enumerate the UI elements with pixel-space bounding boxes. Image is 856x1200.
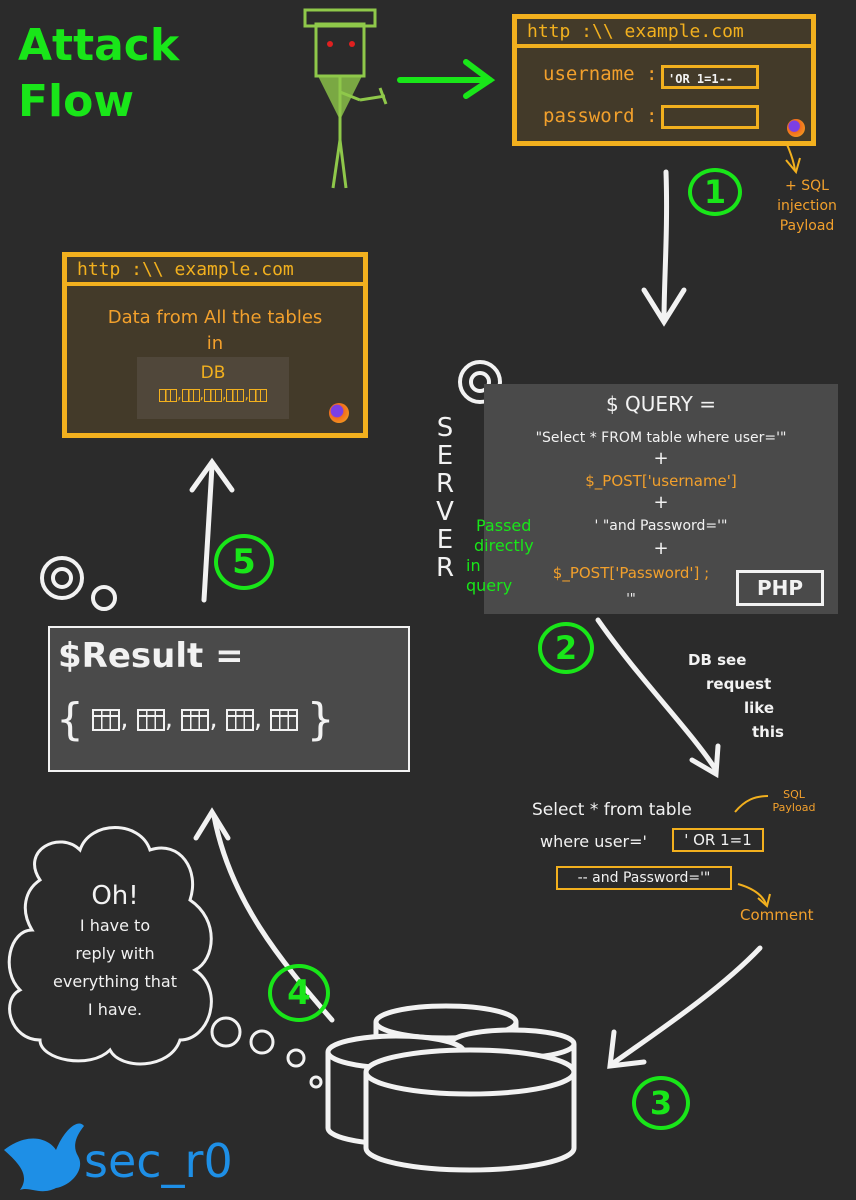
note-line: this	[752, 723, 784, 741]
db-label: DB	[200, 363, 226, 383]
sql-payload-pointer	[734, 795, 769, 813]
note-line: query	[466, 576, 513, 595]
table-icon	[159, 388, 178, 402]
note-line: DB see	[688, 651, 747, 669]
query-line-3: ' "and Password='"	[594, 518, 728, 534]
table-icon	[92, 708, 121, 731]
step-5-badge: 5	[214, 534, 274, 590]
password-label: password :	[543, 105, 658, 127]
step-2-badge: 2	[538, 622, 594, 674]
db-tables: ,,,,	[137, 387, 289, 403]
result-box: $Result = { , , , , }	[48, 626, 410, 772]
thought-line: Oh!	[91, 881, 139, 911]
result-browser-window: http :\\ example.com Data from All the t…	[62, 252, 368, 438]
query-line-2: $_POST['username']	[585, 472, 737, 490]
db-query-line-2: where user='	[540, 832, 647, 851]
passed-directly-note: Passed directly in query	[466, 516, 534, 596]
table-icon	[226, 388, 245, 402]
server-letter: S	[436, 413, 454, 443]
arrow-step-1	[641, 169, 687, 327]
query-plus: +	[653, 448, 669, 469]
php-badge: PHP	[736, 570, 824, 606]
table-icon	[204, 388, 222, 402]
step-4-badge: 4	[268, 964, 330, 1022]
note-line: Passed	[476, 516, 532, 535]
db-see-note: DB see request like this	[688, 648, 784, 744]
password-field[interactable]	[661, 105, 759, 129]
thought-line: I have to	[79, 916, 151, 935]
database-icon	[325, 1003, 577, 1173]
arrow-step-3	[607, 945, 763, 1069]
comment-pointer	[737, 883, 771, 908]
table-icon	[270, 708, 299, 731]
query-title: $ QUERY =	[605, 392, 717, 416]
thought-line: I have.	[87, 1000, 143, 1019]
firefox-icon	[787, 119, 805, 137]
note-line: like	[744, 699, 775, 717]
query-line-1: "Select * FROM table where user='"	[535, 430, 787, 446]
step-1-badge: 1	[688, 168, 742, 216]
table-icon	[181, 708, 210, 731]
table-icon	[181, 388, 200, 402]
server-letter: R	[435, 469, 455, 499]
close-brace: }	[306, 694, 335, 745]
table-icon	[136, 708, 165, 731]
server-letter: E	[436, 441, 454, 471]
firefox-icon	[329, 403, 349, 423]
attacker-icon	[303, 8, 388, 189]
arrow-attacker-to-login	[397, 59, 496, 99]
comment-label: Comment	[740, 906, 814, 924]
server-label: S E R V E R	[434, 414, 456, 582]
sql-payload-label: SQL Payload	[772, 788, 816, 814]
step-3-badge: 3	[632, 1076, 690, 1130]
result-tables: { , , , , }	[56, 694, 335, 745]
db-query-comment: -- and Password='"	[556, 866, 732, 890]
bird-logo-icon	[4, 1123, 84, 1192]
thought-line: reply with	[75, 944, 155, 963]
result-text-line-2: in	[206, 333, 224, 354]
query-plus: +	[653, 492, 669, 513]
db-query-line-1: Select * from table	[532, 800, 692, 820]
server-letter: E	[436, 525, 454, 555]
address-bar: http :\\ example.com	[517, 19, 811, 48]
open-brace: {	[56, 694, 84, 745]
php-query-box: $ QUERY = "Select * FROM table where use…	[484, 384, 838, 614]
db-query-payload: ' OR 1=1	[672, 828, 764, 852]
result-text-line-1: Data from All the tables	[107, 307, 323, 328]
table-icon	[225, 708, 254, 731]
thought-text: Oh! I have to reply with everything that…	[30, 880, 200, 1024]
username-field[interactable]: 'OR 1=1--	[661, 65, 759, 89]
login-browser-window: http :\\ example.com username : 'OR 1=1-…	[512, 14, 816, 146]
db-result-panel: DB ,,,,	[137, 357, 289, 419]
table-icon	[248, 388, 267, 402]
payload-note: + SQL injection Payload	[777, 178, 837, 234]
gear-icon	[40, 556, 117, 611]
server-letter: R	[435, 553, 455, 583]
note-line: directly	[474, 536, 534, 555]
server-letter: V	[436, 497, 454, 527]
thought-line: everything that	[53, 972, 177, 991]
username-label: username :	[543, 63, 658, 85]
brand-label: sec_r0	[84, 1134, 233, 1188]
result-label: $Result =	[58, 636, 244, 676]
query-plus: +	[653, 538, 669, 559]
note-line: request	[706, 675, 772, 693]
note-line: in	[466, 556, 481, 575]
address-bar: http :\\ example.com	[67, 257, 363, 286]
